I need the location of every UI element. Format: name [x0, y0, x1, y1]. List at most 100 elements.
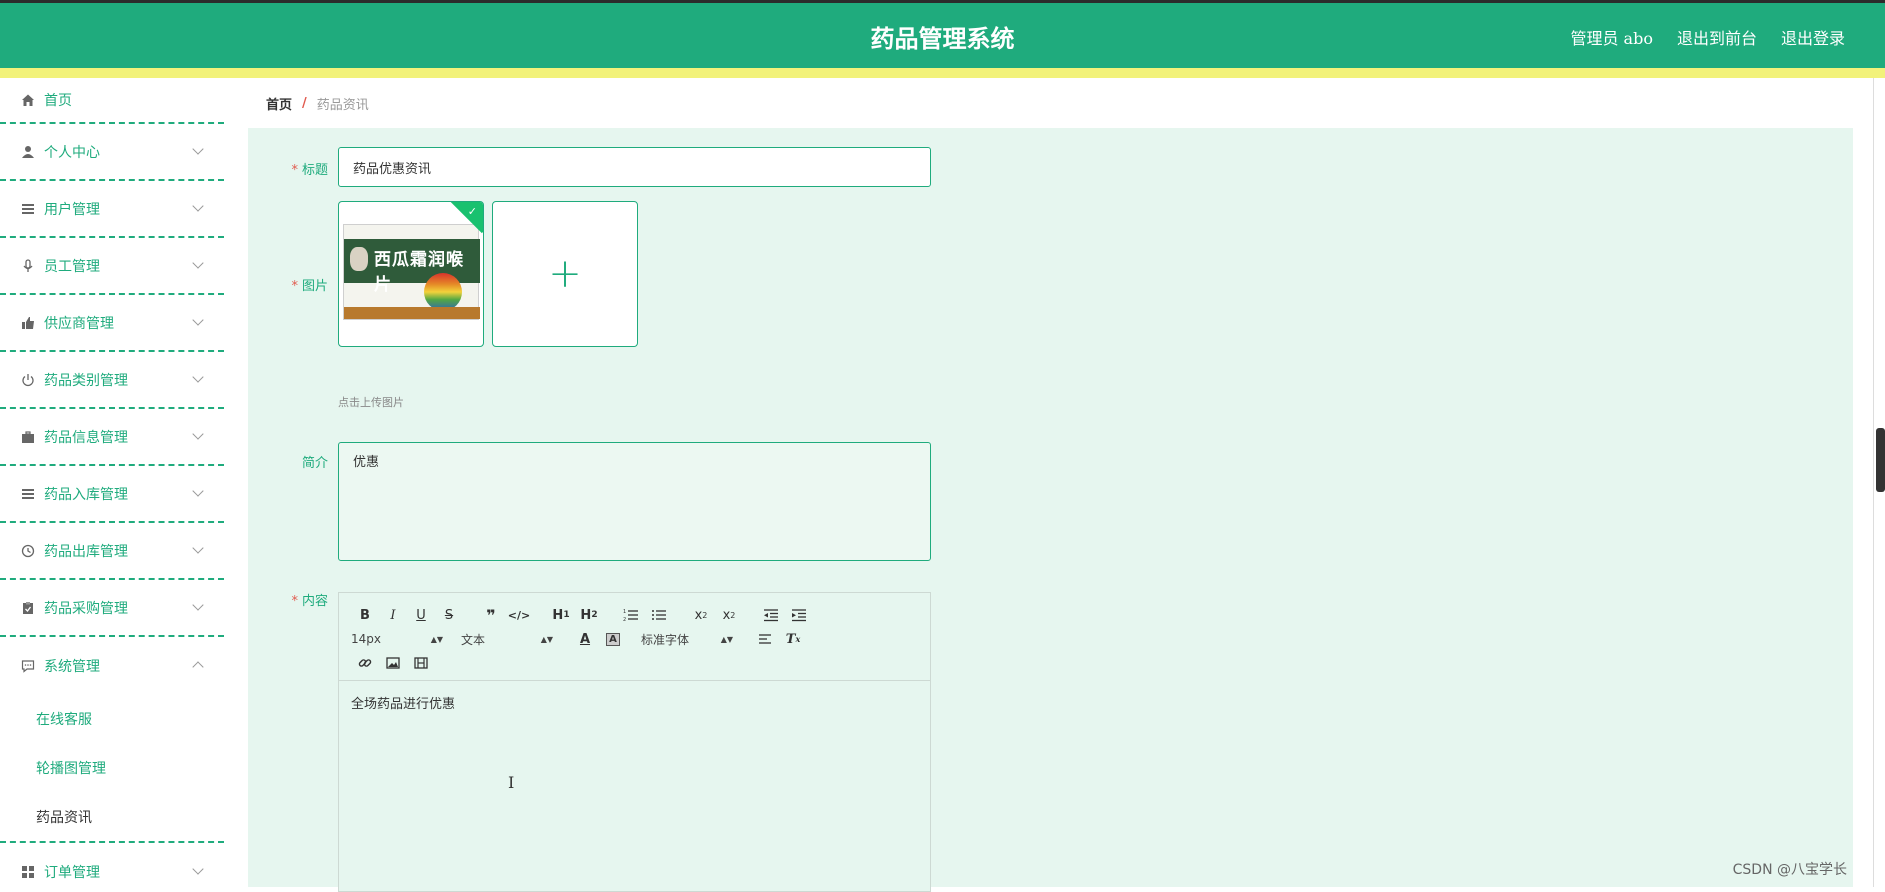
add-image-button[interactable]: +	[492, 201, 638, 347]
underline-button[interactable]: U	[407, 605, 435, 625]
title-label: *标题	[248, 159, 328, 178]
sidebar-item-drug-info[interactable]: 药品信息管理	[0, 409, 224, 466]
chevron-down-icon	[192, 428, 203, 439]
list-icon	[20, 201, 36, 217]
subscript-button[interactable]: x2	[687, 605, 715, 625]
sidebar-item-personal-center[interactable]: 个人中心	[0, 124, 224, 181]
select-arrows-icon: ▲▼	[431, 635, 443, 644]
chevron-down-icon	[192, 200, 203, 211]
plus-icon: +	[548, 254, 582, 294]
watermark: CSDN @八宝学长	[1733, 859, 1847, 879]
text-cursor-icon: I	[508, 773, 514, 792]
upload-hint: 点击上传图片	[338, 394, 404, 410]
sidebar-item-supplier-management[interactable]: 供应商管理	[0, 295, 224, 352]
sidebar-item-system-management[interactable]: 系统管理	[0, 637, 224, 694]
sidebar-item-user-management[interactable]: 用户管理	[0, 181, 224, 238]
list-icon	[20, 486, 36, 502]
breadcrumb-current: 药品资讯	[317, 94, 369, 113]
drug-package-image: 西瓜霜润喉片	[343, 224, 479, 320]
font-color-button[interactable]: A	[571, 629, 599, 649]
sidebar-item-label: 药品入库管理	[44, 484, 128, 504]
rich-text-editor: B I U S ❞ </> H1 H2 12	[338, 592, 931, 892]
chevron-down-icon	[192, 542, 203, 553]
submenu-item-carousel[interactable]: 轮播图管理	[0, 743, 224, 792]
clear-format-button[interactable]: Tx	[779, 629, 807, 649]
bullet-list-icon[interactable]	[645, 605, 673, 625]
chevron-down-icon	[192, 599, 203, 610]
intro-textarea[interactable]: 优惠	[338, 442, 931, 561]
video-icon[interactable]	[407, 653, 435, 673]
heading1-button[interactable]: H1	[547, 605, 575, 625]
sidebar-item-label: 个人中心	[44, 142, 100, 162]
content-label: *内容	[248, 590, 328, 609]
sidebar-item-label: 供应商管理	[44, 313, 114, 333]
sidebar-item-label: 首页	[44, 90, 72, 110]
sidebar-item-label: 员工管理	[44, 256, 100, 276]
superscript-button[interactable]: x2	[715, 605, 743, 625]
sidebar-item-label: 药品类别管理	[44, 370, 128, 390]
system-submenu: 在线客服 轮播图管理 药品资讯	[0, 694, 224, 843]
submenu-item-online-service[interactable]: 在线客服	[0, 694, 224, 743]
uploaded-image-thumbnail[interactable]: 西瓜霜润喉片 ✓	[338, 201, 484, 347]
select-arrows-icon: ▲▼	[541, 635, 553, 644]
ordered-list-icon[interactable]: 12	[617, 605, 645, 625]
sidebar-item-label: 药品出库管理	[44, 541, 128, 561]
sidebar-item-home[interactable]: 首页	[0, 78, 224, 124]
mic-icon	[20, 258, 36, 274]
strike-button[interactable]: S	[435, 605, 463, 625]
sidebar-item-drug-stock-out[interactable]: 药品出库管理	[0, 523, 224, 580]
check-icon: ✓	[468, 205, 477, 218]
italic-button[interactable]: I	[379, 605, 407, 625]
home-icon	[20, 92, 36, 108]
code-icon[interactable]: </>	[505, 605, 533, 625]
chevron-down-icon	[192, 371, 203, 382]
chevron-down-icon	[192, 485, 203, 496]
thumb-icon	[20, 315, 36, 331]
sidebar-item-label: 用户管理	[44, 199, 100, 219]
sidebar-item-label: 系统管理	[44, 656, 100, 676]
grid-icon	[20, 864, 36, 880]
font-family-select[interactable]: 标准字体▲▼	[641, 629, 733, 649]
indent-icon[interactable]	[785, 605, 813, 625]
exit-to-frontend-link[interactable]: 退出到前台	[1677, 25, 1757, 49]
power-icon	[20, 372, 36, 388]
outdent-icon[interactable]	[757, 605, 785, 625]
page-scrollbar[interactable]	[1873, 78, 1885, 887]
link-icon[interactable]	[351, 653, 379, 673]
editor-content[interactable]: 全场药品进行优惠	[351, 693, 455, 712]
header-links: 管理员 abo 退出到前台 退出登录	[1570, 25, 1845, 49]
breadcrumb-home[interactable]: 首页	[266, 94, 292, 113]
sidebar-item-drug-stock-in[interactable]: 药品入库管理	[0, 466, 224, 523]
admin-user-link[interactable]: 管理员 abo	[1570, 25, 1653, 49]
logout-link[interactable]: 退出登录	[1781, 25, 1845, 49]
sidebar-item-drug-category[interactable]: 药品类别管理	[0, 352, 224, 409]
submenu-item-drug-news[interactable]: 药品资讯	[0, 792, 224, 841]
image-label: *图片	[248, 275, 328, 294]
editor-toolbar: B I U S ❞ </> H1 H2 12	[339, 593, 930, 681]
chevron-down-icon	[192, 257, 203, 268]
breadcrumb-separator: /	[302, 96, 307, 111]
chevron-down-icon	[192, 314, 203, 325]
sidebar-item-drug-purchase[interactable]: 药品采购管理	[0, 580, 224, 637]
scrollbar-thumb[interactable]	[1876, 428, 1885, 492]
align-icon[interactable]	[751, 629, 779, 649]
sidebar-item-staff-management[interactable]: 员工管理	[0, 238, 224, 295]
image-icon[interactable]	[379, 653, 407, 673]
quote-icon[interactable]: ❞	[477, 605, 505, 625]
intro-label: 简介	[248, 452, 328, 471]
background-color-button[interactable]: A	[599, 629, 627, 649]
svg-text:1: 1	[623, 609, 626, 615]
briefcase-icon	[20, 429, 36, 445]
title-input[interactable]: 药品优惠资讯	[338, 147, 931, 187]
bold-button[interactable]: B	[351, 605, 379, 625]
header-accent-bar	[0, 68, 1885, 78]
select-arrows-icon: ▲▼	[721, 635, 733, 644]
format-select[interactable]: 文本▲▼	[461, 629, 553, 649]
heading2-button[interactable]: H2	[575, 605, 603, 625]
sidebar-item-order-management[interactable]: 订单管理	[0, 843, 224, 887]
main-content: 首页 / 药品资讯 *标题 药品优惠资讯 *图片 西瓜霜润喉片 ✓ + 点击上传…	[248, 78, 1853, 887]
font-size-select[interactable]: 14px▲▼	[351, 629, 443, 649]
chevron-down-icon	[192, 143, 203, 154]
breadcrumb: 首页 / 药品资讯	[248, 78, 1853, 128]
sidebar-item-label: 订单管理	[44, 862, 100, 882]
